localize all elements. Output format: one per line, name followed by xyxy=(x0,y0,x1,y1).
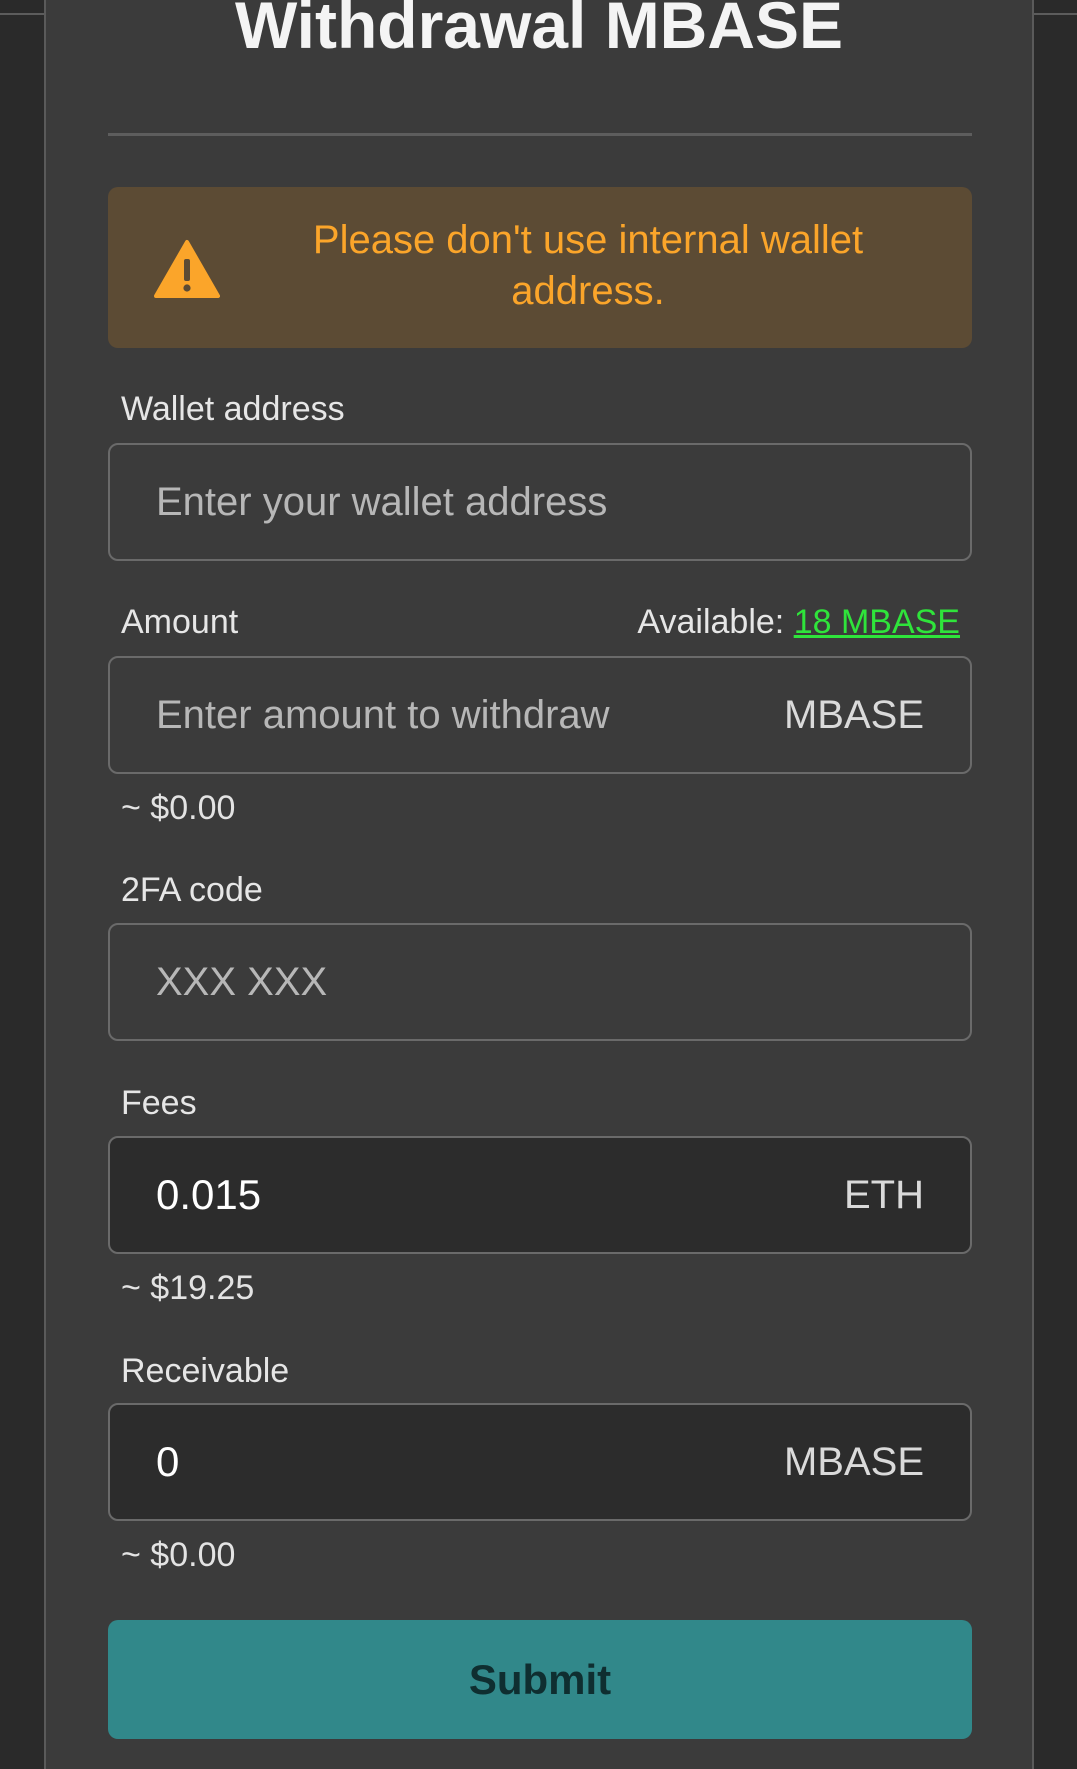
wallet-address-input[interactable] xyxy=(156,445,776,559)
alert-text: Please don't use internal wallet address… xyxy=(312,218,864,313)
amount-label: Amount xyxy=(121,603,239,641)
modal-title: Withdrawal MBASE xyxy=(234,0,844,62)
receivable-unit: MBASE xyxy=(783,1440,924,1484)
receivable-value: 0 xyxy=(156,1438,180,1485)
title-divider xyxy=(108,133,972,136)
available-balance: Available: 18 MBASE xyxy=(637,602,960,642)
available-label: Available: xyxy=(637,603,785,641)
submit-button[interactable]: Submit xyxy=(108,1620,972,1739)
twofa-input[interactable] xyxy=(156,925,776,1039)
receivable-field: 0 MBASE xyxy=(108,1403,972,1521)
available-amount-link[interactable]: 18 MBASE xyxy=(794,603,960,641)
fees-usd-estimate: ~ $19.25 xyxy=(121,1269,255,1307)
amount-unit: MBASE xyxy=(783,693,924,737)
twofa-label: 2FA code xyxy=(121,871,263,909)
fees-field: 0.015 ETH xyxy=(108,1136,972,1254)
amount-input[interactable] xyxy=(156,658,776,772)
wallet-address-label: Wallet address xyxy=(121,390,345,428)
amount-field[interactable]: MBASE xyxy=(108,656,972,774)
fees-label: Fees xyxy=(121,1084,197,1122)
twofa-field[interactable] xyxy=(108,923,972,1041)
receivable-label: Receivable xyxy=(121,1352,290,1390)
receivable-usd-estimate: ~ $0.00 xyxy=(121,1536,236,1574)
fees-value: 0.015 xyxy=(156,1171,262,1218)
page: Withdrawal MBASE Please don't use intern… xyxy=(0,0,1077,1769)
wallet-address-field[interactable] xyxy=(108,443,972,561)
warning-icon xyxy=(154,240,220,298)
warning-alert: Please don't use internal wallet address… xyxy=(108,187,972,348)
fees-unit: ETH xyxy=(844,1173,924,1217)
amount-usd-estimate: ~ $0.00 xyxy=(121,789,236,827)
withdrawal-modal: Withdrawal MBASE Please don't use intern… xyxy=(44,0,1034,1769)
